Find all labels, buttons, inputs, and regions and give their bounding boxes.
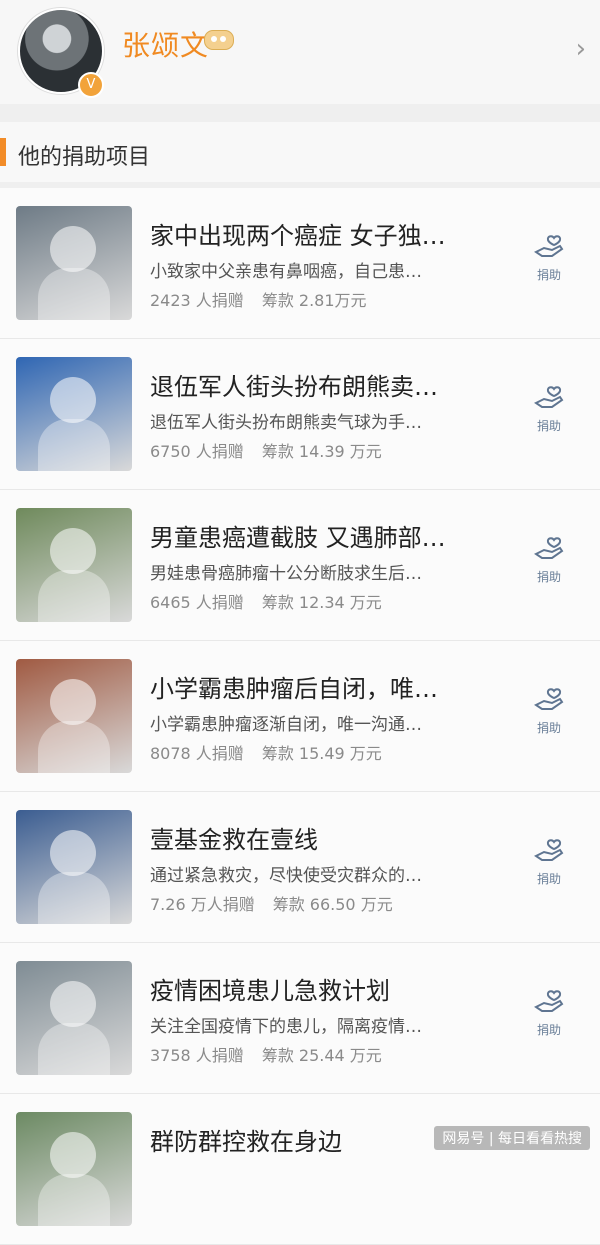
donate-label: 捐助	[536, 1023, 561, 1037]
donate-label: 捐助	[536, 721, 561, 735]
project-title[interactable]: 家中出现两个癌症 女子独…	[150, 216, 490, 251]
fund-amount: 筹款 15.49 万元	[261, 744, 382, 763]
donor-count: 7.26 万人捐赠	[150, 895, 255, 914]
project-title[interactable]: 男童患癌遭截肢 又遇肺部…	[150, 518, 490, 553]
project-thumbnail[interactable]	[16, 961, 132, 1075]
hand-heart-icon	[526, 838, 572, 866]
hand-heart-icon	[526, 687, 572, 715]
project-title[interactable]: 壹基金救在壹线	[150, 820, 490, 855]
profile-header[interactable]: V 张颂文 ›	[0, 0, 600, 104]
donation-item[interactable]: 小学霸患肿瘤后自闭，唯… 小学霸患肿瘤逐渐自闭，唯一沟通… 8078 人捐赠 筹款…	[0, 641, 600, 792]
donation-item[interactable]: 壹基金救在壹线 通过紧急救灾，尽快使受灾群众的… 7.26 万人捐赠 筹款 66.…	[0, 792, 600, 943]
section-header: 他的捐助项目	[0, 122, 600, 182]
donate-label: 捐助	[536, 570, 561, 584]
hand-heart-icon	[526, 234, 572, 262]
fund-amount: 筹款 2.81万元	[261, 291, 367, 310]
chevron-right-icon[interactable]: ›	[576, 36, 586, 62]
project-thumbnail[interactable]	[16, 810, 132, 924]
project-thumbnail[interactable]	[16, 659, 132, 773]
project-thumbnail[interactable]	[16, 1112, 132, 1226]
donate-label: 捐助	[536, 872, 561, 886]
donor-count: 6750 人捐赠	[150, 442, 244, 461]
fund-amount: 筹款 14.39 万元	[261, 442, 382, 461]
donate-button[interactable]: 捐助	[526, 385, 572, 445]
project-title[interactable]: 退伍军人街头扮布朗熊卖…	[150, 367, 490, 402]
fund-amount: 筹款 12.34 万元	[261, 593, 382, 612]
project-desc: 男娃患骨癌肺瘤十公分断肢求生后…	[150, 564, 422, 584]
donation-item[interactable]: 疫情困境患儿急救计划 关注全国疫情下的患儿，隔离疫情… 3758 人捐赠 筹款 2…	[0, 943, 600, 1094]
donation-item[interactable]: 家中出现两个癌症 女子独… 小致家中父亲患有鼻咽癌，自己患… 2423 人捐赠筹…	[0, 188, 600, 339]
project-desc: 关注全国疫情下的患儿，隔离疫情…	[150, 1017, 422, 1037]
donor-count: 6465 人捐赠	[150, 593, 244, 612]
donor-count: 8078 人捐赠	[150, 744, 244, 763]
project-stats: 3758 人捐赠 筹款 25.44 万元	[150, 1042, 382, 1066]
project-desc: 小学霸患肿瘤逐渐自闭，唯一沟通…	[150, 715, 422, 735]
donation-item[interactable]: 男童患癌遭截肢 又遇肺部… 男娃患骨癌肺瘤十公分断肢求生后… 6465 人捐赠筹…	[0, 490, 600, 641]
donate-label: 捐助	[536, 419, 561, 433]
section-accent-bar	[0, 138, 6, 166]
project-thumbnail[interactable]	[16, 508, 132, 622]
project-stats: 8078 人捐赠 筹款 15.49 万元	[150, 740, 382, 764]
hand-heart-icon	[526, 536, 572, 564]
project-thumbnail[interactable]	[16, 357, 132, 471]
donation-list: 家中出现两个癌症 女子独… 小致家中父亲患有鼻咽癌，自己患… 2423 人捐赠筹…	[0, 188, 600, 1245]
donate-button[interactable]: 捐助	[526, 687, 572, 747]
donation-item[interactable]: 退伍军人街头扮布朗熊卖… 退伍军人街头扮布朗熊卖气球为手… 6750 人捐赠 筹款…	[0, 339, 600, 490]
project-thumbnail[interactable]	[16, 206, 132, 320]
project-stats: 7.26 万人捐赠 筹款 66.50 万元	[150, 891, 393, 915]
donation-item[interactable]: 群防群控救在身边	[0, 1094, 600, 1245]
donate-label: 捐助	[536, 268, 561, 282]
section-title: 他的捐助项目	[18, 145, 151, 170]
hand-heart-icon	[526, 385, 572, 413]
donate-button[interactable]: 捐助	[526, 838, 572, 898]
donor-count: 2423 人捐赠	[150, 291, 244, 310]
donate-button[interactable]: 捐助	[526, 536, 572, 596]
watermark: 网易号 | 每日看看热搜	[434, 1126, 590, 1150]
donate-button[interactable]: 捐助	[526, 989, 572, 1049]
project-stats: 2423 人捐赠 筹款 2.81万元	[150, 287, 367, 311]
donate-button[interactable]: 捐助	[526, 234, 572, 294]
vip-icon	[204, 30, 234, 50]
fund-amount: 筹款 25.44 万元	[261, 1046, 382, 1065]
project-title[interactable]: 疫情困境患儿急救计划	[150, 971, 490, 1006]
project-stats: 6465 人捐赠 筹款 12.34 万元	[150, 589, 382, 613]
project-desc: 小致家中父亲患有鼻咽癌，自己患…	[150, 262, 422, 282]
project-desc: 通过紧急救灾，尽快使受灾群众的…	[150, 866, 422, 886]
verified-badge-icon: V	[78, 72, 104, 98]
project-stats	[150, 1193, 168, 1212]
project-stats: 6750 人捐赠 筹款 14.39 万元	[150, 438, 382, 462]
hand-heart-icon	[526, 989, 572, 1017]
donor-count: 3758 人捐赠	[150, 1046, 244, 1065]
fund-amount: 筹款 66.50 万元	[272, 895, 393, 914]
project-desc: 退伍军人街头扮布朗熊卖气球为手…	[150, 413, 422, 433]
profile-name: 张颂文	[122, 29, 210, 62]
project-title[interactable]: 小学霸患肿瘤后自闭，唯…	[150, 669, 490, 704]
